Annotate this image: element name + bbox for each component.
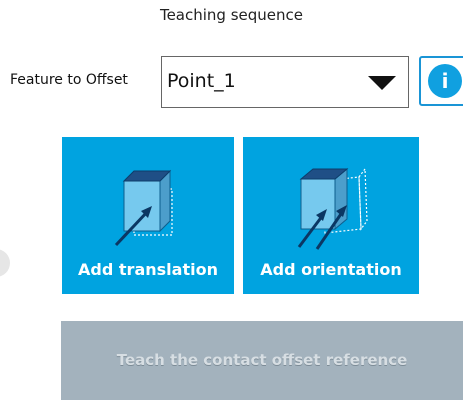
feature-select-value: Point_1 <box>167 70 236 92</box>
cube-orientation-arrows-icon <box>297 167 368 250</box>
page-title: Teaching sequence <box>159 6 304 24</box>
info-icon: i <box>428 64 462 98</box>
add-orientation-button[interactable]: Add orientation <box>243 137 419 294</box>
feature-select[interactable]: Point_1 <box>161 56 409 108</box>
info-button[interactable]: i <box>419 56 463 106</box>
add-translation-button[interactable]: Add translation <box>62 137 234 294</box>
add-translation-label: Add translation <box>78 260 218 279</box>
caret-down-icon <box>368 76 396 90</box>
feature-to-offset-label: Feature to Offset <box>10 72 128 88</box>
scroll-handle[interactable] <box>0 249 10 277</box>
cube-translation-arrow-icon <box>114 169 173 247</box>
add-orientation-label: Add orientation <box>260 260 402 279</box>
teach-contact-offset-button[interactable]: Teach the contact offset reference <box>61 321 463 400</box>
